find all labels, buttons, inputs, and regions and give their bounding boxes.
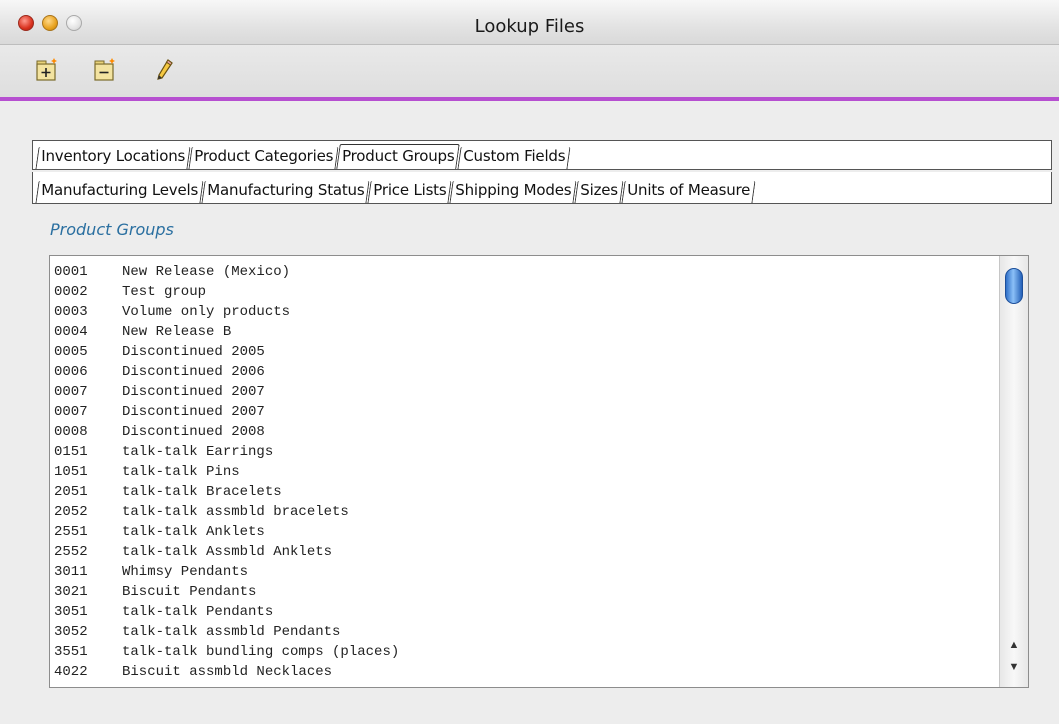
add-record-icon [36,58,57,81]
tab-product-categories[interactable]: Product Categories [188,147,339,169]
product-groups-list[interactable]: 0001 New Release (Mexico) 0002 Test group 00… [49,255,1029,688]
edit-pencil-icon [157,59,173,80]
group-code: 3011 [54,564,88,580]
group-name: Discontinued 2007 [122,404,265,420]
tab-shipping-modes[interactable]: Shipping Modes [449,181,577,203]
tab-row-primary: Inventory Locations Product Categories P… [32,140,1052,170]
list-item[interactable]: 0006 Discontinued 2006 [54,362,994,382]
group-code: 3051 [54,604,88,620]
group-name: Volume only products [122,304,291,320]
list-item[interactable]: 2051 talk-talk Bracelets [54,482,994,502]
group-name: Biscuit assmbld Necklaces [122,664,333,680]
toolbar-divider [0,97,1059,101]
group-name: talk-talk Pins [122,464,240,480]
group-code: 0004 [54,324,88,340]
tab-sizes[interactable]: Sizes [574,181,624,203]
group-code: 1051 [54,464,88,480]
section-title: Product Groups [50,220,174,239]
tab-product-groups[interactable]: Product Groups [336,144,461,169]
group-name: talk-talk Assmbld Anklets [122,544,333,560]
group-code: 0006 [54,364,88,380]
list-item[interactable]: 0005 Discontinued 2005 [54,342,994,362]
group-code: 3551 [54,644,88,660]
list-item[interactable]: 0001 New Release (Mexico) [54,262,994,282]
add-record-button[interactable] [34,57,60,83]
list-item[interactable]: 2552 talk-talk Assmbld Anklets [54,542,994,562]
window-title: Lookup Files [474,16,585,37]
group-name: talk-talk Earrings [122,444,274,460]
group-name: talk-talk bundling comps (places) [122,644,400,660]
group-code: 0007 [54,384,88,400]
group-code: 3052 [54,624,88,640]
list-item[interactable]: 4022 Biscuit assmbld Necklaces [54,662,994,682]
remove-record-icon [94,58,115,81]
group-code: 2051 [54,484,88,500]
list-item[interactable]: 3051 talk-talk Pendants [54,602,994,622]
group-name: Test group [122,284,207,300]
group-name: talk-talk assmbld bracelets [122,504,349,520]
group-code: 2052 [54,504,88,520]
scroll-up-arrow-icon[interactable]: ▲ [1006,638,1022,652]
tab-custom-fields[interactable]: Custom Fields [457,147,571,169]
remove-record-button[interactable] [92,57,118,83]
tab-manufacturing-levels[interactable]: Manufacturing Levels [35,181,204,203]
tab-row-secondary: Manufacturing Levels Manufacturing Statu… [32,172,1052,204]
tab-manufacturing-status[interactable]: Manufacturing Status [201,181,370,203]
group-code: 0002 [54,284,88,300]
group-name: Discontinued 2008 [122,424,265,440]
list-rows: 0001 New Release (Mexico) 0002 Test group 00… [54,262,994,682]
list-item[interactable]: 0007 Discontinued 2007 [54,402,994,422]
list-item[interactable]: 3551 talk-talk bundling comps (places) [54,642,994,662]
group-name: Discontinued 2006 [122,364,265,380]
title-bar: Lookup Files [0,0,1059,45]
scroll-down-arrow-icon[interactable]: ▼ [1006,660,1022,674]
list-item[interactable]: 3011 Whimsy Pendants [54,562,994,582]
list-item[interactable]: 3052 talk-talk assmbld Pendants [54,622,994,642]
edit-button[interactable] [152,57,178,83]
group-code: 2551 [54,524,88,540]
group-code: 4022 [54,664,88,680]
list-item[interactable]: 2551 talk-talk Anklets [54,522,994,542]
group-name: New Release (Mexico) [122,264,291,280]
list-item[interactable]: 1051 talk-talk Pins [54,462,994,482]
list-item[interactable]: 0008 Discontinued 2008 [54,422,994,442]
group-name: Discontinued 2005 [122,344,265,360]
group-name: talk-talk Bracelets [122,484,282,500]
group-code: 0003 [54,304,88,320]
tab-price-lists[interactable]: Price Lists [367,181,452,203]
list-item[interactable]: 0151 talk-talk Earrings [54,442,994,462]
toolbar [0,45,1059,97]
list-item[interactable]: 2052 talk-talk assmbld bracelets [54,502,994,522]
group-name: talk-talk Anklets [122,524,265,540]
group-code: 2552 [54,544,88,560]
group-code: 0001 [54,264,88,280]
group-name: talk-talk Pendants [122,604,274,620]
scrollbar-thumb[interactable] [1005,268,1023,304]
tab-inventory-locations[interactable]: Inventory Locations [35,147,191,169]
list-item[interactable]: 0007 Discontinued 2007 [54,382,994,402]
group-name: Biscuit Pendants [122,584,257,600]
group-code: 0008 [54,424,88,440]
group-code: 0007 [54,404,88,420]
tab-units-of-measure[interactable]: Units of Measure [621,181,756,203]
list-item[interactable]: 0002 Test group [54,282,994,302]
list-item[interactable]: 0004 New Release B [54,322,994,342]
group-name: New Release B [122,324,232,340]
group-name: talk-talk assmbld Pendants [122,624,341,640]
list-item[interactable]: 0003 Volume only products [54,302,994,322]
vertical-scrollbar[interactable]: ▲ ▼ [999,256,1028,687]
list-item[interactable]: 3021 Biscuit Pendants [54,582,994,602]
group-name: Whimsy Pendants [122,564,249,580]
group-code: 0151 [54,444,88,460]
group-code: 3021 [54,584,88,600]
group-name: Discontinued 2007 [122,384,265,400]
group-code: 0005 [54,344,88,360]
